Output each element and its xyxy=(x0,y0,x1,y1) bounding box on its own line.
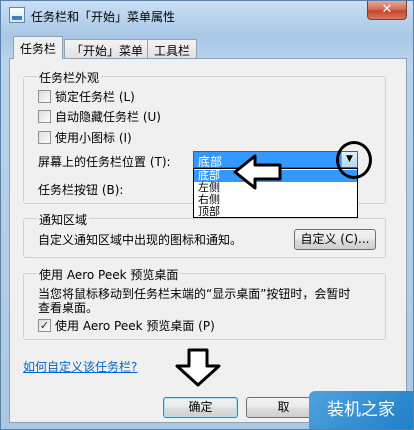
close-button[interactable]: ✕ xyxy=(367,1,407,20)
small-icons-label: 使用小图标 (I) xyxy=(55,131,132,145)
aero-peek-checkbox-row[interactable]: ✓ 使用 Aero Peek 预览桌面 (P) xyxy=(38,317,215,333)
title-bar[interactable]: 任务栏和「开始」菜单属性 ✕ xyxy=(1,1,413,31)
aero-peek-checkbox[interactable]: ✓ xyxy=(38,319,51,332)
tab-toolbars[interactable]: 工具栏 xyxy=(147,39,198,59)
taskbar-buttons-label: 任务栏按钮 (B): xyxy=(38,183,124,197)
notification-description: 自定义通知区域中出现的图标和通知。 xyxy=(38,233,243,247)
properties-window: 任务栏和「开始」菜单属性 ✕ 任务栏 「开始」菜单 工具栏 任务栏外观 锁定任务… xyxy=(0,0,414,430)
auto-hide-checkbox[interactable] xyxy=(38,110,51,123)
position-option-top[interactable]: 顶部 xyxy=(194,206,357,218)
small-icons-checkbox[interactable] xyxy=(38,131,51,144)
lock-taskbar-checkbox[interactable] xyxy=(38,90,51,103)
customize-button[interactable]: 自定义 (C)... xyxy=(294,229,376,250)
window-title: 任务栏和「开始」菜单属性 xyxy=(31,10,176,24)
appearance-group-title: 任务栏外观 xyxy=(37,69,102,86)
down-arrow-annotation-icon xyxy=(175,348,221,387)
site-watermark: 装机之家 xyxy=(309,391,413,429)
tab-taskbar[interactable]: 任务栏 xyxy=(13,36,64,59)
customize-taskbar-help-link[interactable]: 如何自定义该任务栏? xyxy=(23,358,137,375)
aero-peek-checkbox-label: 使用 Aero Peek 预览桌面 (P) xyxy=(55,319,215,333)
lock-taskbar-label: 锁定任务栏 (L) xyxy=(55,90,135,104)
ok-button[interactable]: 确定 xyxy=(163,397,238,418)
notification-group-title: 通知区域 xyxy=(37,211,90,228)
auto-hide-checkbox-row[interactable]: 自动隐藏任务栏 (U) xyxy=(38,108,161,124)
tab-start-menu[interactable]: 「开始」菜单 xyxy=(64,39,151,59)
taskbar-position-label: 屏幕上的任务栏位置 (T): xyxy=(38,155,171,169)
auto-hide-label: 自动隐藏任务栏 (U) xyxy=(55,110,161,124)
left-arrow-annotation-icon xyxy=(233,154,282,190)
taskbar-properties-icon xyxy=(9,7,25,23)
highlight-circle-annotation xyxy=(336,141,372,179)
aero-peek-description-line-2: 查看桌面。 xyxy=(38,301,99,315)
lock-taskbar-checkbox-row[interactable]: 锁定任务栏 (L) xyxy=(38,88,135,104)
small-icons-checkbox-row[interactable]: 使用小图标 (I) xyxy=(38,129,132,145)
aero-peek-group-title: 使用 Aero Peek 预览桌面 xyxy=(37,266,181,283)
